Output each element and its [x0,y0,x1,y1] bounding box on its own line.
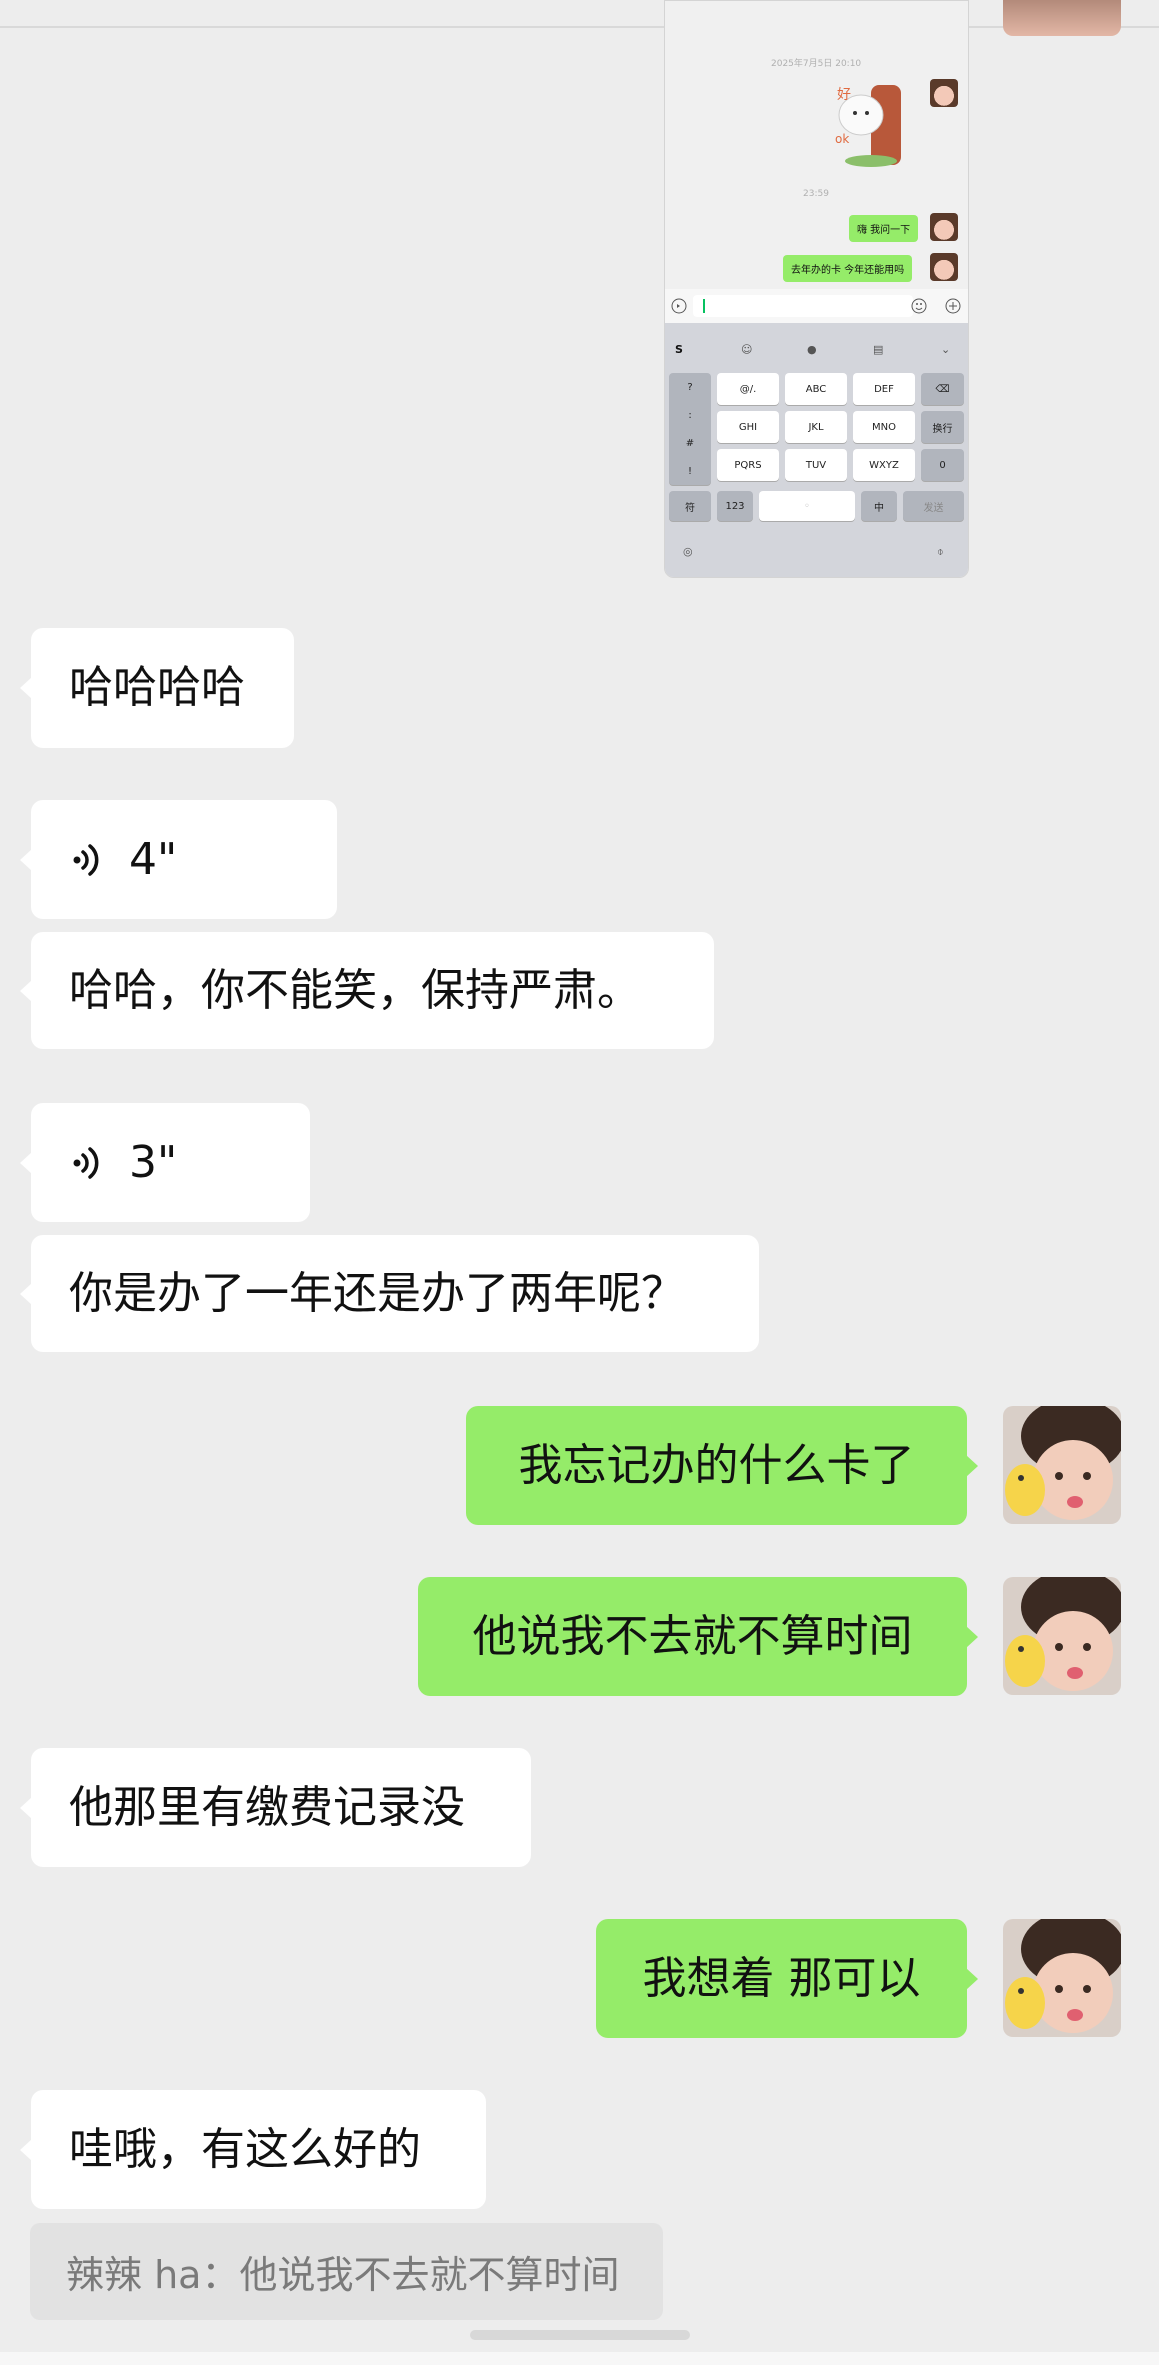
key: @/. [717,373,779,405]
screenshot-text-field [693,295,913,317]
key: TUV [785,449,847,481]
message-text: 哈哈，你不能笑，保持严肃。 [69,964,641,1016]
embedded-screenshot-image[interactable]: 2025年7月5日 20:10 好 ok 23:59 嗨 我问一下 去年办的卡 … [664,0,969,578]
avatar[interactable] [1003,0,1121,36]
top-divider [0,26,1159,28]
incoming-voice-message[interactable]: 4" [20,800,337,919]
quote-text: 辣辣 ha：他说我不去就不算时间 [66,2253,620,2297]
screenshot-sent-message: 去年办的卡 今年还能用吗 [783,255,913,282]
avatar[interactable] [1003,1577,1121,1695]
avatar-image [1003,1577,1121,1695]
globe-icon: ◎ [683,545,693,558]
language-key: 中 [861,491,897,521]
key-label: ? [687,381,693,393]
avatar-image [1003,1406,1121,1524]
zero-key: 0 [921,449,964,481]
screenshot-timestamp: 23:59 [803,189,829,199]
text-cursor [703,299,705,313]
message-text: 我想着 那可以 [642,1952,921,2004]
avatar [930,213,958,241]
outgoing-message[interactable]: 我忘记办的什么卡了 [466,1406,978,1525]
svg-text:好: 好 [837,87,851,103]
space-key: ◦ [759,491,855,521]
incoming-message[interactable]: 哈哈，你不能笑，保持严肃。 [20,932,714,1049]
screenshot-input-bar [665,289,968,323]
plus-icon [945,298,961,314]
incoming-message[interactable]: 你是办了一年还是办了两年呢？ [20,1235,759,1352]
message-text: 他那里有缴费记录没 [69,1781,465,1833]
quoted-reply[interactable]: 辣辣 ha：他说我不去就不算时间 [30,2223,663,2320]
avatar [930,253,958,281]
outgoing-message[interactable]: 我想着 那可以 [596,1919,978,2038]
incoming-message[interactable]: 他那里有缴费记录没 [20,1748,531,1867]
incoming-message[interactable]: 哇哦，有这么好的 [20,2090,486,2209]
backspace-icon: ⌫ [921,373,964,405]
voice-icon [73,843,99,876]
key: WXYZ [853,449,915,481]
emoji-icon: ☺ [741,343,753,356]
keyboard-logo-icon: S [675,343,683,356]
voice-duration: 3" [129,1136,178,1188]
send-key: 发送 [903,491,964,521]
screenshot-sent-message: 嗨 我问一下 [849,215,919,242]
message-text: 哇哦，有这么好的 [69,2123,421,2175]
incoming-message[interactable]: 哈哈哈哈 [20,628,294,748]
avatar[interactable] [1003,1919,1121,2037]
newline-key: 换行 [921,411,964,443]
key: JKL [785,411,847,443]
avatar-image [1003,1919,1121,2037]
chevron-down-icon: ⌄ [941,343,951,356]
symbol-key: 符 [669,491,711,521]
key: PQRS [717,449,779,481]
emoji-icon [911,298,927,314]
avatar[interactable] [1003,1406,1121,1524]
message-text: 哈哈哈哈 [69,662,245,713]
screenshot-timestamp: 2025年7月5日 20:10 [771,59,862,69]
mic-icon: ⌽ [937,545,944,558]
key: MNO [853,411,915,443]
outgoing-message[interactable]: 他说我不去就不算时间 [418,1577,978,1696]
key: GHI [717,411,779,443]
key-label: : [688,409,692,421]
key: DEF [853,373,915,405]
svg-text:ok: ok [835,132,849,146]
screenshot-keyboard: S ☺ ● ▤ ⌄ ? : # ! @/. ABC DEF ⌫ GHI JKL … [665,323,968,577]
message-text: 他说我不去就不算时间 [472,1610,913,1662]
mic-icon: ● [807,343,817,356]
key-label: # [685,437,695,449]
number-key: 123 [717,491,753,521]
key-label: ! [687,465,692,477]
key: ABC [785,373,847,405]
symbol-column-key: ? : # ! [669,373,711,485]
message-text: 你是办了一年还是办了两年呢？ [69,1267,685,1319]
voice-icon [671,298,687,314]
input-bar-edge [0,2352,1159,2365]
sticker-image: 好 ok [835,85,901,167]
voice-duration: 4" [129,833,178,885]
voice-icon [73,1146,99,1179]
incoming-voice-message[interactable]: 3" [20,1103,310,1222]
home-indicator [470,2330,690,2340]
avatar [930,79,958,107]
message-text: 我忘记办的什么卡了 [518,1439,915,1491]
clipboard-icon: ▤ [873,343,884,356]
